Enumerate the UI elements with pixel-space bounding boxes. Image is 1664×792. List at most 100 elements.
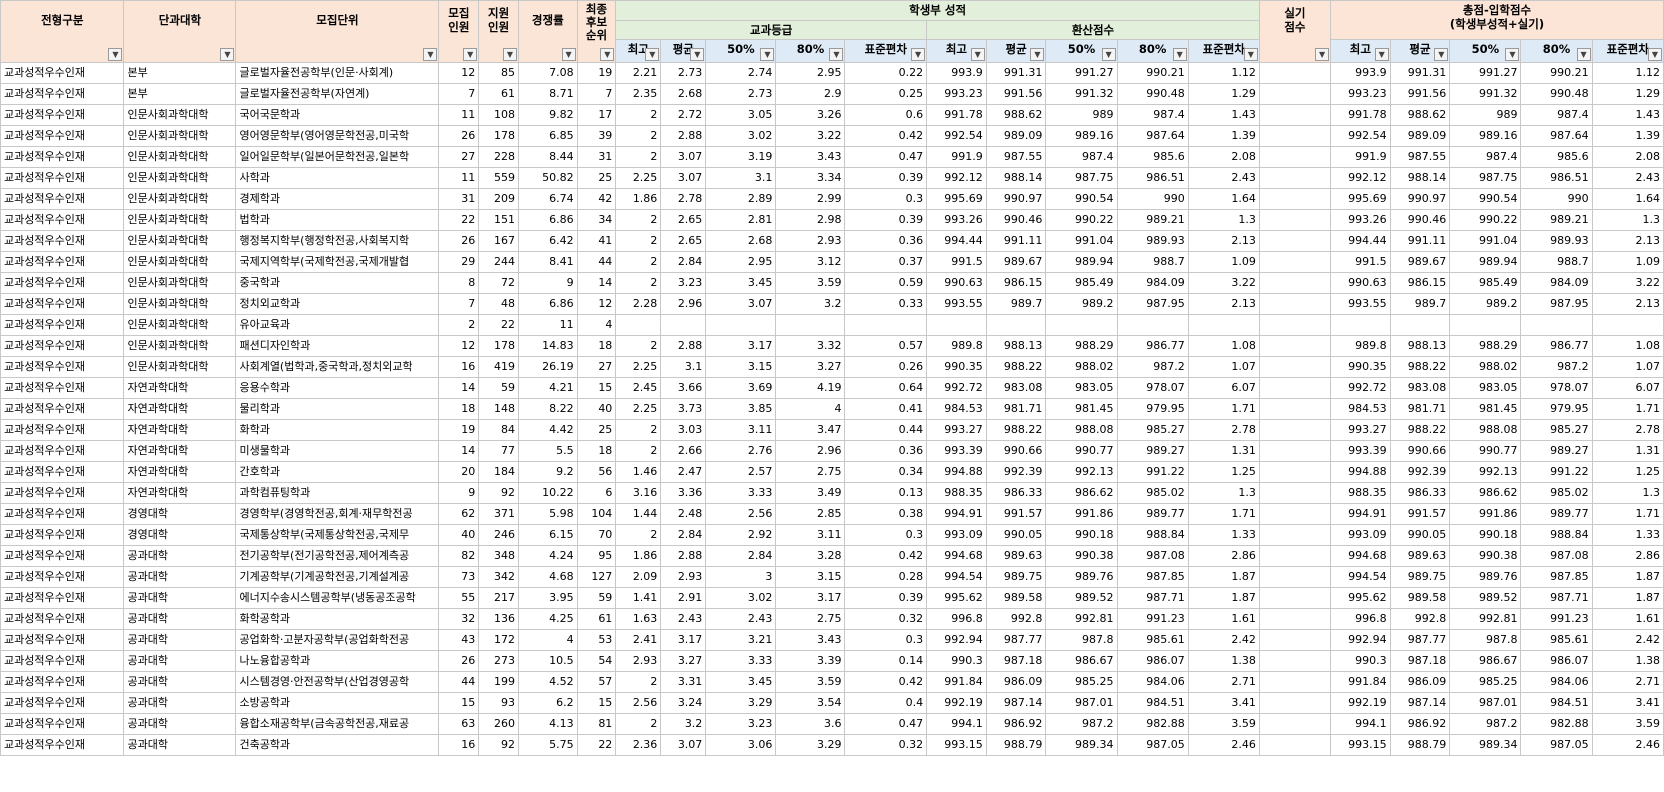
table-cell[interactable]: 991.22 — [1520, 461, 1593, 483]
table-cell[interactable]: 영어영문학부(영어영문학전공,미국학 — [235, 125, 440, 147]
table-cell[interactable]: 2.75 — [775, 461, 846, 483]
table-cell[interactable]: 2 — [615, 671, 662, 693]
table-cell[interactable]: 나노융합공학과 — [235, 650, 440, 672]
table-cell[interactable]: 1.07 — [1187, 356, 1260, 378]
header-score-avg[interactable]: 평균 — [985, 39, 1047, 63]
table-cell[interactable]: 994.1 — [1330, 713, 1391, 735]
table-cell[interactable]: 0.38 — [844, 503, 928, 525]
table-cell[interactable]: 273 — [478, 650, 519, 672]
table-cell[interactable]: 8 — [438, 272, 480, 294]
dropdown-filter-icon[interactable] — [423, 48, 438, 61]
table-cell[interactable]: 1.71 — [1187, 398, 1260, 420]
table-cell[interactable]: 인문사회과학대학 — [123, 272, 237, 294]
table-cell[interactable]: 2.95 — [775, 62, 846, 84]
header-ratio[interactable]: 경쟁률 — [518, 0, 578, 63]
table-cell[interactable]: 989.27 — [1116, 440, 1189, 462]
table-cell[interactable]: 3.17 — [775, 587, 846, 609]
table-cell[interactable]: 990 — [1520, 188, 1593, 210]
table-cell[interactable]: 419 — [478, 356, 519, 378]
table-cell[interactable]: 인문사회과학대학 — [123, 104, 237, 126]
table-cell[interactable]: 987.2 — [1116, 356, 1189, 378]
table-cell[interactable]: 교과성적우수인재 — [0, 209, 125, 231]
table-cell[interactable]: 993.15 — [1330, 734, 1391, 756]
table-cell[interactable]: 986.15 — [985, 272, 1047, 294]
table-cell[interactable]: 8.41 — [518, 251, 578, 273]
table-cell[interactable]: 986.15 — [1389, 272, 1451, 294]
table-cell[interactable]: 0.47 — [844, 146, 928, 168]
table-cell[interactable]: 3.05 — [705, 104, 777, 126]
table-cell[interactable]: 984.51 — [1116, 692, 1189, 714]
table-cell[interactable]: 986.67 — [1045, 650, 1118, 672]
table-cell[interactable]: 988.08 — [1449, 419, 1522, 441]
table-cell[interactable]: 983.05 — [1045, 377, 1118, 399]
table-cell[interactable]: 151 — [478, 209, 519, 231]
table-cell[interactable]: 3.95 — [518, 587, 578, 609]
table-cell[interactable]: 3.47 — [775, 419, 846, 441]
table-cell[interactable]: 교과성적우수인재 — [0, 398, 125, 420]
table-cell[interactable]: 42 — [576, 188, 617, 210]
table-cell[interactable]: 7 — [438, 293, 480, 315]
table-cell[interactable]: 3.39 — [775, 650, 846, 672]
table-cell[interactable]: 2.88 — [660, 335, 707, 357]
table-cell[interactable]: 988.29 — [1449, 335, 1522, 357]
dropdown-filter-icon[interactable] — [220, 48, 235, 61]
table-cell[interactable]: 자연과학대학 — [123, 398, 237, 420]
table-cell[interactable]: 987.08 — [1116, 545, 1189, 567]
table-cell[interactable]: 2.84 — [660, 251, 707, 273]
table-cell[interactable]: 6.86 — [518, 209, 578, 231]
table-cell[interactable]: 본부 — [123, 83, 237, 105]
table-cell[interactable]: 990.46 — [1389, 209, 1451, 231]
table-cell[interactable]: 992.81 — [1449, 608, 1522, 630]
table-cell[interactable]: 3.16 — [615, 482, 662, 504]
table-cell[interactable]: 교과성적우수인재 — [0, 356, 125, 378]
table-cell[interactable] — [1258, 335, 1332, 357]
table-cell[interactable]: 989.09 — [1389, 125, 1451, 147]
table-cell[interactable]: 994.1 — [926, 713, 987, 735]
table-cell[interactable]: 991.04 — [1449, 230, 1522, 252]
table-cell[interactable]: 3.07 — [705, 293, 777, 315]
table-cell[interactable]: 1.44 — [615, 503, 662, 525]
table-cell[interactable]: 991.32 — [1449, 83, 1522, 105]
table-cell[interactable]: 3.66 — [660, 377, 707, 399]
table-cell[interactable]: 994.88 — [926, 461, 987, 483]
table-cell[interactable]: 2.43 — [1591, 167, 1664, 189]
table-cell[interactable]: 978.07 — [1116, 377, 1189, 399]
table-cell[interactable]: 92 — [478, 482, 519, 504]
table-cell[interactable]: 9 — [438, 482, 480, 504]
table-cell[interactable]: 1.31 — [1187, 440, 1260, 462]
table-cell[interactable]: 자연과학대학 — [123, 482, 237, 504]
dropdown-filter-icon[interactable] — [1030, 48, 1045, 61]
table-cell[interactable]: 일어일문학부(일본어문학전공,일본학 — [235, 146, 440, 168]
table-cell[interactable] — [1258, 314, 1332, 336]
header-quota[interactable]: 모집 인원 — [438, 0, 480, 63]
table-cell[interactable]: 1.33 — [1187, 524, 1260, 546]
table-cell[interactable]: 1.71 — [1591, 398, 1664, 420]
table-cell[interactable]: 39 — [576, 125, 617, 147]
table-cell[interactable]: 3.27 — [775, 356, 846, 378]
table-cell[interactable] — [1520, 314, 1593, 336]
table-cell[interactable]: 994.44 — [1330, 230, 1391, 252]
table-cell[interactable]: 991.04 — [1045, 230, 1118, 252]
table-cell[interactable]: 989.93 — [1520, 230, 1593, 252]
table-cell[interactable]: 공과대학 — [123, 650, 237, 672]
table-cell[interactable]: 2.47 — [660, 461, 707, 483]
table-cell[interactable]: 3.31 — [660, 671, 707, 693]
table-cell[interactable]: 993.23 — [1330, 83, 1391, 105]
table-cell[interactable]: 공업화학·고분자공학부(공업화학전공 — [235, 629, 440, 651]
table-cell[interactable]: 3.1 — [705, 167, 777, 189]
table-cell[interactable]: 994.91 — [926, 503, 987, 525]
table-cell[interactable]: 2.13 — [1187, 230, 1260, 252]
dropdown-filter-icon[interactable] — [503, 48, 517, 61]
table-cell[interactable]: 2.46 — [1591, 734, 1664, 756]
table-cell[interactable]: 988.02 — [1449, 356, 1522, 378]
table-cell[interactable]: 인문사회과학대학 — [123, 125, 237, 147]
table-cell[interactable]: 2.74 — [705, 62, 777, 84]
table-cell[interactable]: 3.2 — [660, 713, 707, 735]
table-cell[interactable]: 178 — [478, 335, 519, 357]
table-cell[interactable] — [1045, 314, 1118, 336]
table-cell[interactable]: 12 — [438, 335, 480, 357]
header-college[interactable]: 단과대학 — [123, 0, 237, 63]
table-cell[interactable]: 992.72 — [926, 377, 987, 399]
table-cell[interactable]: 19 — [576, 62, 617, 84]
table-cell[interactable]: 32 — [438, 608, 480, 630]
